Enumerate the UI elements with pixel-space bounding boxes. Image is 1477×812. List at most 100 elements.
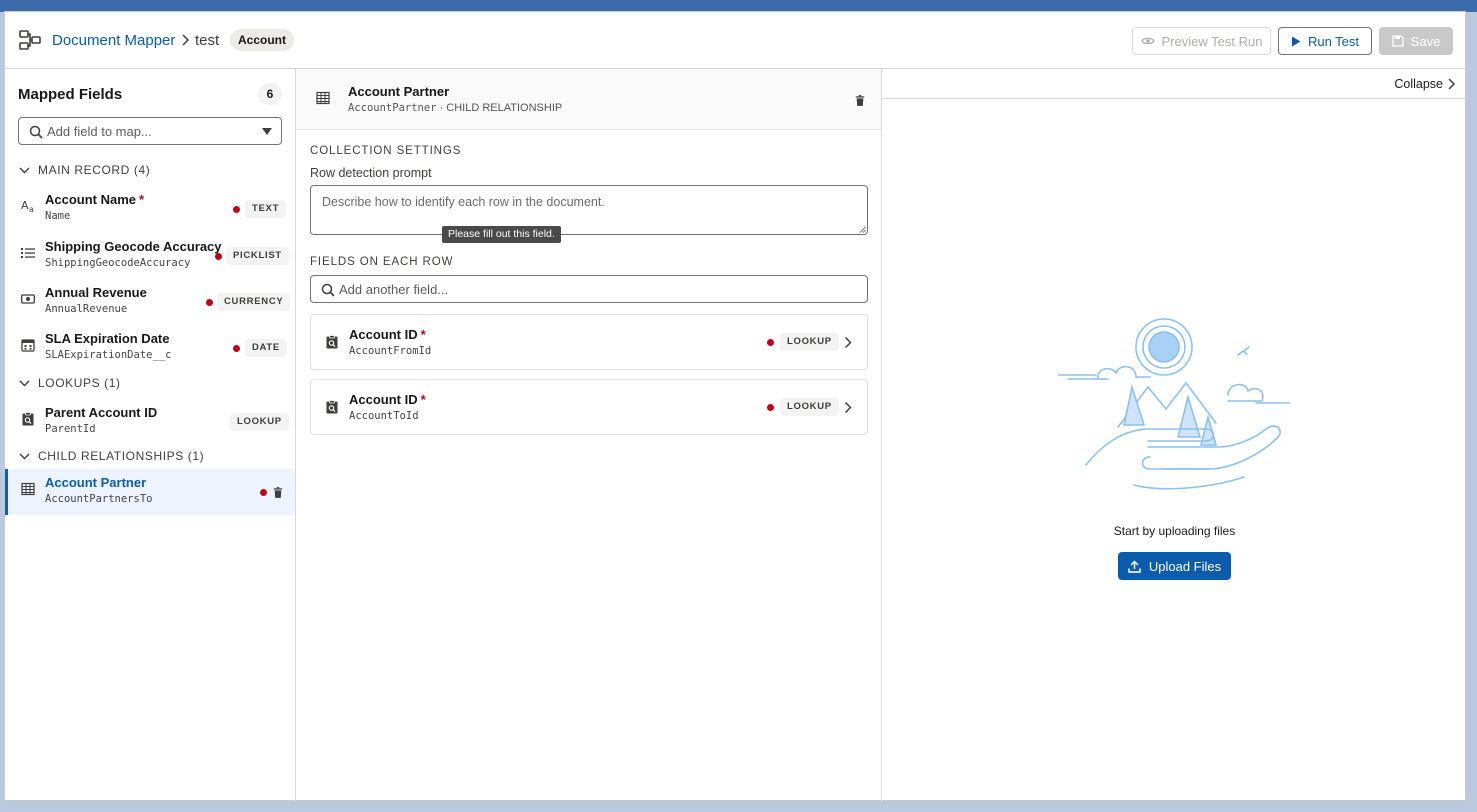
status-dot	[233, 345, 240, 352]
section-lookups[interactable]: LOOKUPS (1)	[19, 376, 121, 390]
field-label-text: Account ID	[349, 392, 418, 407]
save-button[interactable]: Save	[1379, 27, 1453, 55]
chevron-right-icon[interactable]	[844, 336, 852, 349]
preview-test-run-label: Preview Test Run	[1161, 33, 1263, 49]
required-marker: *	[420, 392, 426, 407]
relationship-api-name: AccountPartner	[348, 102, 437, 114]
field-label: Account Partner	[45, 475, 147, 490]
upload-illustration	[1058, 318, 1290, 490]
validation-tooltip: Please fill out this field.	[442, 226, 561, 243]
add-field-placeholder: Add field to map...	[47, 123, 152, 139]
upload-icon	[1128, 559, 1141, 573]
save-label: Save	[1410, 33, 1441, 49]
upload-files-button[interactable]: Upload Files	[1118, 552, 1231, 580]
row-prompt-textarea[interactable]: Describe how to identify each row in the…	[310, 185, 868, 235]
field-api-name: ParentId	[45, 423, 96, 435]
chevron-right-icon[interactable]	[844, 401, 852, 414]
chevron-right-icon	[182, 34, 190, 46]
row-prompt-label: Row detection prompt	[310, 166, 432, 180]
section-lookups-label: LOOKUPS (1)	[38, 376, 121, 390]
type-badge: DATE	[245, 339, 287, 357]
play-icon	[1291, 36, 1301, 46]
empty-state-text: Start by uploading files	[1113, 524, 1236, 538]
fields-on-row-heading: FIELDS ON EACH ROW	[310, 256, 454, 268]
status-dot	[215, 253, 222, 260]
field-api-name: ShippingGeocodeAccuracy	[45, 257, 191, 269]
text-icon: A a	[21, 199, 34, 213]
app-window: Document Mapper test Account Preview Tes…	[4, 11, 1467, 802]
object-pill: Account	[230, 29, 294, 51]
resize-handle-icon[interactable]	[859, 226, 866, 233]
caret-down-icon[interactable]	[262, 128, 272, 135]
status-dot	[233, 206, 240, 213]
chevron-down-icon	[19, 167, 30, 173]
field-row-shipping-geocode-accuracy[interactable]: Shipping Geocode Accuracy ShippingGeocod…	[5, 233, 295, 279]
trash-icon[interactable]	[273, 487, 283, 498]
section-child-relationships-label: CHILD RELATIONSHIPS (1)	[38, 449, 205, 463]
table-icon	[316, 91, 330, 105]
add-field-combobox[interactable]: Add field to map...	[18, 117, 282, 145]
field-label: Annual Revenue	[45, 285, 147, 300]
trash-icon[interactable]	[855, 95, 865, 106]
status-dot	[767, 339, 774, 346]
required-marker: *	[139, 192, 145, 207]
field-label: Parent Account ID	[45, 405, 158, 420]
field-api-name: Name	[45, 210, 71, 222]
run-test-button[interactable]: Run Test	[1278, 27, 1372, 55]
breadcrumb-app-link[interactable]: Document Mapper	[52, 32, 175, 49]
lookup-icon	[326, 335, 338, 349]
type-badge: CURRENCY	[217, 293, 291, 311]
row-field-card-account-to-id[interactable]: Account ID * AccountToId LOOKUP	[310, 379, 868, 435]
section-main-record-label: MAIN RECORD (4)	[38, 163, 151, 177]
header: Document Mapper test Account Preview Tes…	[5, 12, 1465, 69]
collapse-button[interactable]: Collapse	[1394, 77, 1443, 91]
svg-text:a: a	[29, 205, 34, 213]
field-row-account-name[interactable]: A a Account Name * Name TEXT	[5, 186, 295, 232]
field-label-text: Account ID	[349, 327, 418, 342]
field-row-annual-revenue[interactable]: Annual Revenue AnnualRevenue CURRENCY	[5, 279, 295, 325]
breadcrumb-record: test	[195, 32, 220, 49]
type-badge: LOOKUP	[780, 333, 839, 351]
field-api-name: AccountPartnersTo	[45, 493, 153, 505]
relationship-kind: · CHILD RELATIONSHIP	[436, 102, 563, 114]
upload-files-label: Upload Files	[1148, 558, 1222, 574]
save-icon	[1392, 35, 1404, 47]
type-badge: LOOKUP	[780, 398, 839, 416]
field-api-name: AccountFromId	[349, 345, 432, 357]
eye-icon	[1140, 37, 1155, 45]
search-icon	[29, 125, 43, 139]
relationship-title: Account Partner	[348, 84, 450, 99]
field-row-parent-account-id[interactable]: Parent Account ID ParentId LOOKUP	[5, 399, 295, 445]
field-label: SLA Expiration Date	[45, 331, 170, 346]
field-label: Account ID *	[349, 327, 426, 342]
field-row-account-partner[interactable]: Account Partner AccountPartnersTo	[5, 469, 295, 515]
add-another-field-input[interactable]: Add another field...	[310, 275, 868, 303]
search-icon	[321, 283, 335, 297]
mapped-fields-title: Mapped Fields	[18, 86, 123, 103]
relationship-header: Account Partner AccountPartner · CHILD R…	[296, 69, 881, 130]
field-label: Shipping Geocode Accuracy	[45, 239, 222, 254]
section-child-relationships[interactable]: CHILD RELATIONSHIPS (1)	[19, 449, 204, 463]
chevron-down-icon	[19, 453, 30, 459]
field-label: Account ID *	[349, 392, 426, 407]
status-dot	[767, 404, 774, 411]
relationship-subtitle: AccountPartner · CHILD RELATIONSHIP	[348, 102, 562, 114]
calendar-icon	[21, 339, 35, 352]
type-badge: TEXT	[245, 200, 287, 218]
status-dot	[260, 489, 267, 496]
chevron-right-icon[interactable]	[1447, 77, 1457, 91]
collection-settings-heading: COLLECTION SETTINGS	[310, 145, 462, 157]
run-test-label: Run Test	[1307, 33, 1360, 49]
type-badge: PICKLIST	[226, 247, 289, 265]
required-marker: *	[420, 327, 426, 342]
field-label: Account Name *	[45, 192, 144, 207]
field-api-name: SLAExpirationDate__c	[45, 349, 172, 361]
row-prompt-placeholder: Describe how to identify each row in the…	[322, 195, 605, 209]
row-field-card-account-from-id[interactable]: Account ID * AccountFromId LOOKUP	[310, 314, 868, 370]
collapse-bar: Collapse	[882, 69, 1467, 99]
preview-test-run-button[interactable]: Preview Test Run	[1132, 27, 1271, 55]
add-another-placeholder: Add another field...	[339, 282, 449, 297]
section-main-record[interactable]: MAIN RECORD (4)	[19, 163, 150, 177]
field-label-text: Account Name	[45, 192, 137, 207]
field-row-sla-expiration-date[interactable]: SLA Expiration Date SLAExpirationDate__c…	[5, 325, 295, 371]
